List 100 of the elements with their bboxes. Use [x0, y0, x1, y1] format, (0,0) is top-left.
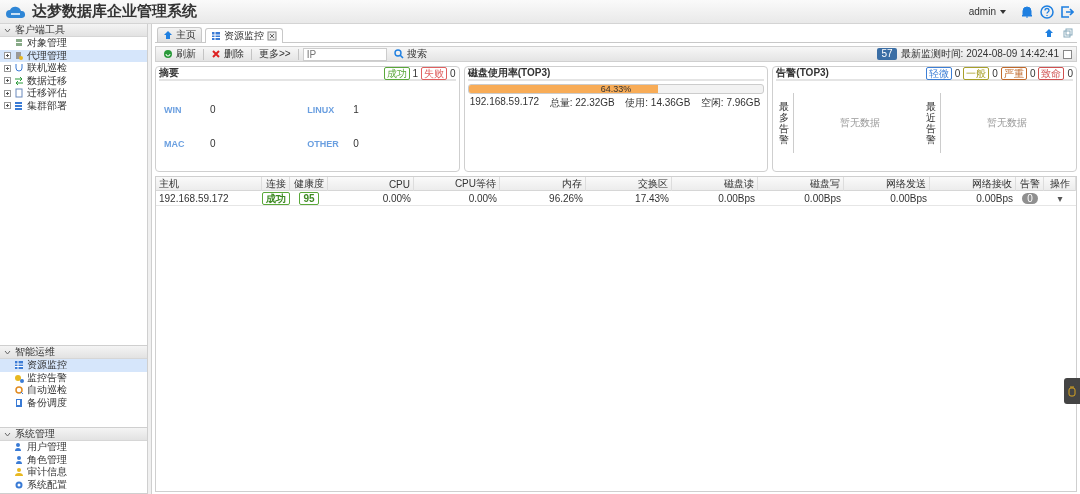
section-header[interactable]: 系统管理: [0, 428, 147, 441]
sidebar-item[interactable]: 系统配置: [0, 478, 147, 491]
column-header: CPU: [328, 177, 414, 191]
grid-icon: [14, 360, 24, 371]
search-button[interactable]: 搜索: [390, 47, 430, 61]
expand-icon[interactable]: [4, 89, 11, 97]
alarm-column-label: 最多告警: [779, 101, 790, 145]
more-button[interactable]: 更多>>: [256, 47, 294, 61]
sidebar-item[interactable]: 迁移评估: [0, 87, 147, 100]
sidebar-item[interactable]: 联机巡检: [0, 62, 147, 75]
section-header[interactable]: 智能运维: [0, 346, 147, 359]
severity-count: 0: [1029, 67, 1036, 79]
grid-icon: [211, 31, 221, 41]
chevron-icon[interactable]: [4, 349, 11, 355]
user-icon: [14, 454, 24, 465]
table-cell-text: 0.00%: [381, 191, 412, 205]
column-header: 健康度: [290, 177, 328, 191]
document-icon: [14, 88, 24, 99]
user-icon: [14, 467, 24, 478]
no-data-text: 暂无数据: [840, 116, 881, 130]
logout-icon[interactable]: [1060, 4, 1074, 19]
tab[interactable]: 资源监控: [205, 28, 283, 43]
refresh-button[interactable]: 刷新: [160, 47, 199, 61]
column-header: 主机: [156, 177, 262, 191]
os-name: WIN: [164, 104, 183, 116]
chevron-icon[interactable]: [4, 27, 11, 33]
cloud-logo: [6, 4, 26, 19]
floating-widget[interactable]: [1064, 378, 1080, 404]
column-header: 磁盘写: [758, 177, 844, 191]
table-cell-text: 192.168.59.172: [158, 191, 230, 205]
disk-free: 空闲: 7.96GB: [700, 96, 761, 110]
expand-icon[interactable]: [4, 102, 11, 110]
sidebar-item[interactable]: 备份调度: [0, 396, 147, 409]
ip-search-field[interactable]: IP: [302, 47, 387, 61]
alarm-count: 0: [1022, 192, 1038, 204]
sidebar-item[interactable]: 对象管理: [0, 37, 147, 50]
column-header: CPU等待: [414, 177, 500, 191]
expand-icon[interactable]: [4, 64, 11, 72]
action-menu[interactable]: ▾: [1057, 192, 1063, 204]
column-header: 操作: [1044, 177, 1076, 191]
column-header: 网络发送: [844, 177, 930, 191]
users-icon: [14, 442, 24, 453]
last-check-time: 最新监测时间: 2024-08-09 14:42:41: [900, 47, 1059, 61]
user-menu[interactable]: admin: [968, 6, 996, 17]
sidebar-item[interactable]: 监控告警: [0, 371, 147, 384]
os-count: 0: [353, 138, 359, 150]
host-address: 192.168.59.172: [469, 96, 540, 109]
table-cell-text: 0.00Bps: [803, 191, 842, 205]
status-badge: 95: [299, 191, 319, 205]
table-cell-text: 96.26%: [548, 191, 584, 205]
server-icon: [14, 100, 24, 111]
help-icon[interactable]: [1040, 4, 1054, 19]
os-count: 0: [210, 138, 216, 150]
sidebar-item[interactable]: 审计信息: [0, 466, 147, 479]
alarm-column-label: 最近告警: [926, 101, 937, 145]
disk-used: 使用: 14.36GB: [625, 96, 691, 110]
expand-icon[interactable]: [4, 52, 11, 60]
plug-icon: [1068, 385, 1076, 397]
severity-badge: 致命: [1038, 66, 1065, 80]
table-cell-text: 0.00%: [467, 191, 498, 205]
severity-count: 0: [1067, 67, 1073, 79]
table-cell-text: 0.00Bps: [975, 191, 1014, 205]
table-cell-text: 17.43%: [634, 191, 670, 205]
column-header: 网络接收: [930, 177, 1016, 191]
tab[interactable]: 主页: [157, 27, 202, 42]
sidebar-item[interactable]: 数据迁移: [0, 74, 147, 87]
column-header: 内存: [500, 177, 586, 191]
table-cell-text: 0.00Bps: [717, 191, 756, 205]
column-header: 告警: [1016, 177, 1044, 191]
close-icon[interactable]: [267, 31, 277, 41]
status-count: 1: [412, 67, 419, 79]
section-header[interactable]: 客户端工具: [0, 24, 147, 37]
arrows-icon: [14, 75, 24, 86]
checkbox[interactable]: [1063, 49, 1072, 59]
expand-icon[interactable]: [4, 77, 11, 85]
sidebar-item[interactable]: 资源监控: [0, 359, 147, 372]
panel-title: 摘要: [159, 66, 180, 80]
search-icon: [393, 49, 404, 59]
severity-count: 0: [992, 67, 998, 79]
column-header: 磁盘读: [672, 177, 758, 191]
delete-button[interactable]: 删除: [208, 47, 247, 61]
bell-icon[interactable]: [1020, 4, 1034, 19]
os-count: 0: [210, 104, 216, 116]
severity-badge: 轻微: [925, 66, 952, 80]
sidebar-item[interactable]: 自动巡检: [0, 384, 147, 397]
sidebar-item[interactable]: 用户管理: [0, 441, 147, 454]
chevron-icon[interactable]: [4, 431, 11, 437]
column-header: 交换区: [586, 177, 672, 191]
sidebar-item[interactable]: 集群部署: [0, 99, 147, 112]
refresh-icon: [163, 49, 173, 59]
os-name: LINUX: [307, 104, 336, 116]
panel-title: 磁盘使用率(TOP3): [467, 66, 552, 80]
sidebar-item[interactable]: 代理管理: [0, 49, 147, 62]
table-cell-text: 0.00Bps: [889, 191, 928, 205]
delete-icon: [211, 49, 221, 59]
status-badge: 失败: [421, 66, 448, 80]
severity-badge: 一般: [963, 66, 990, 80]
status-count: 0: [450, 67, 456, 79]
caret-icon[interactable]: [1000, 9, 1006, 14]
sidebar-item[interactable]: 角色管理: [0, 453, 147, 466]
